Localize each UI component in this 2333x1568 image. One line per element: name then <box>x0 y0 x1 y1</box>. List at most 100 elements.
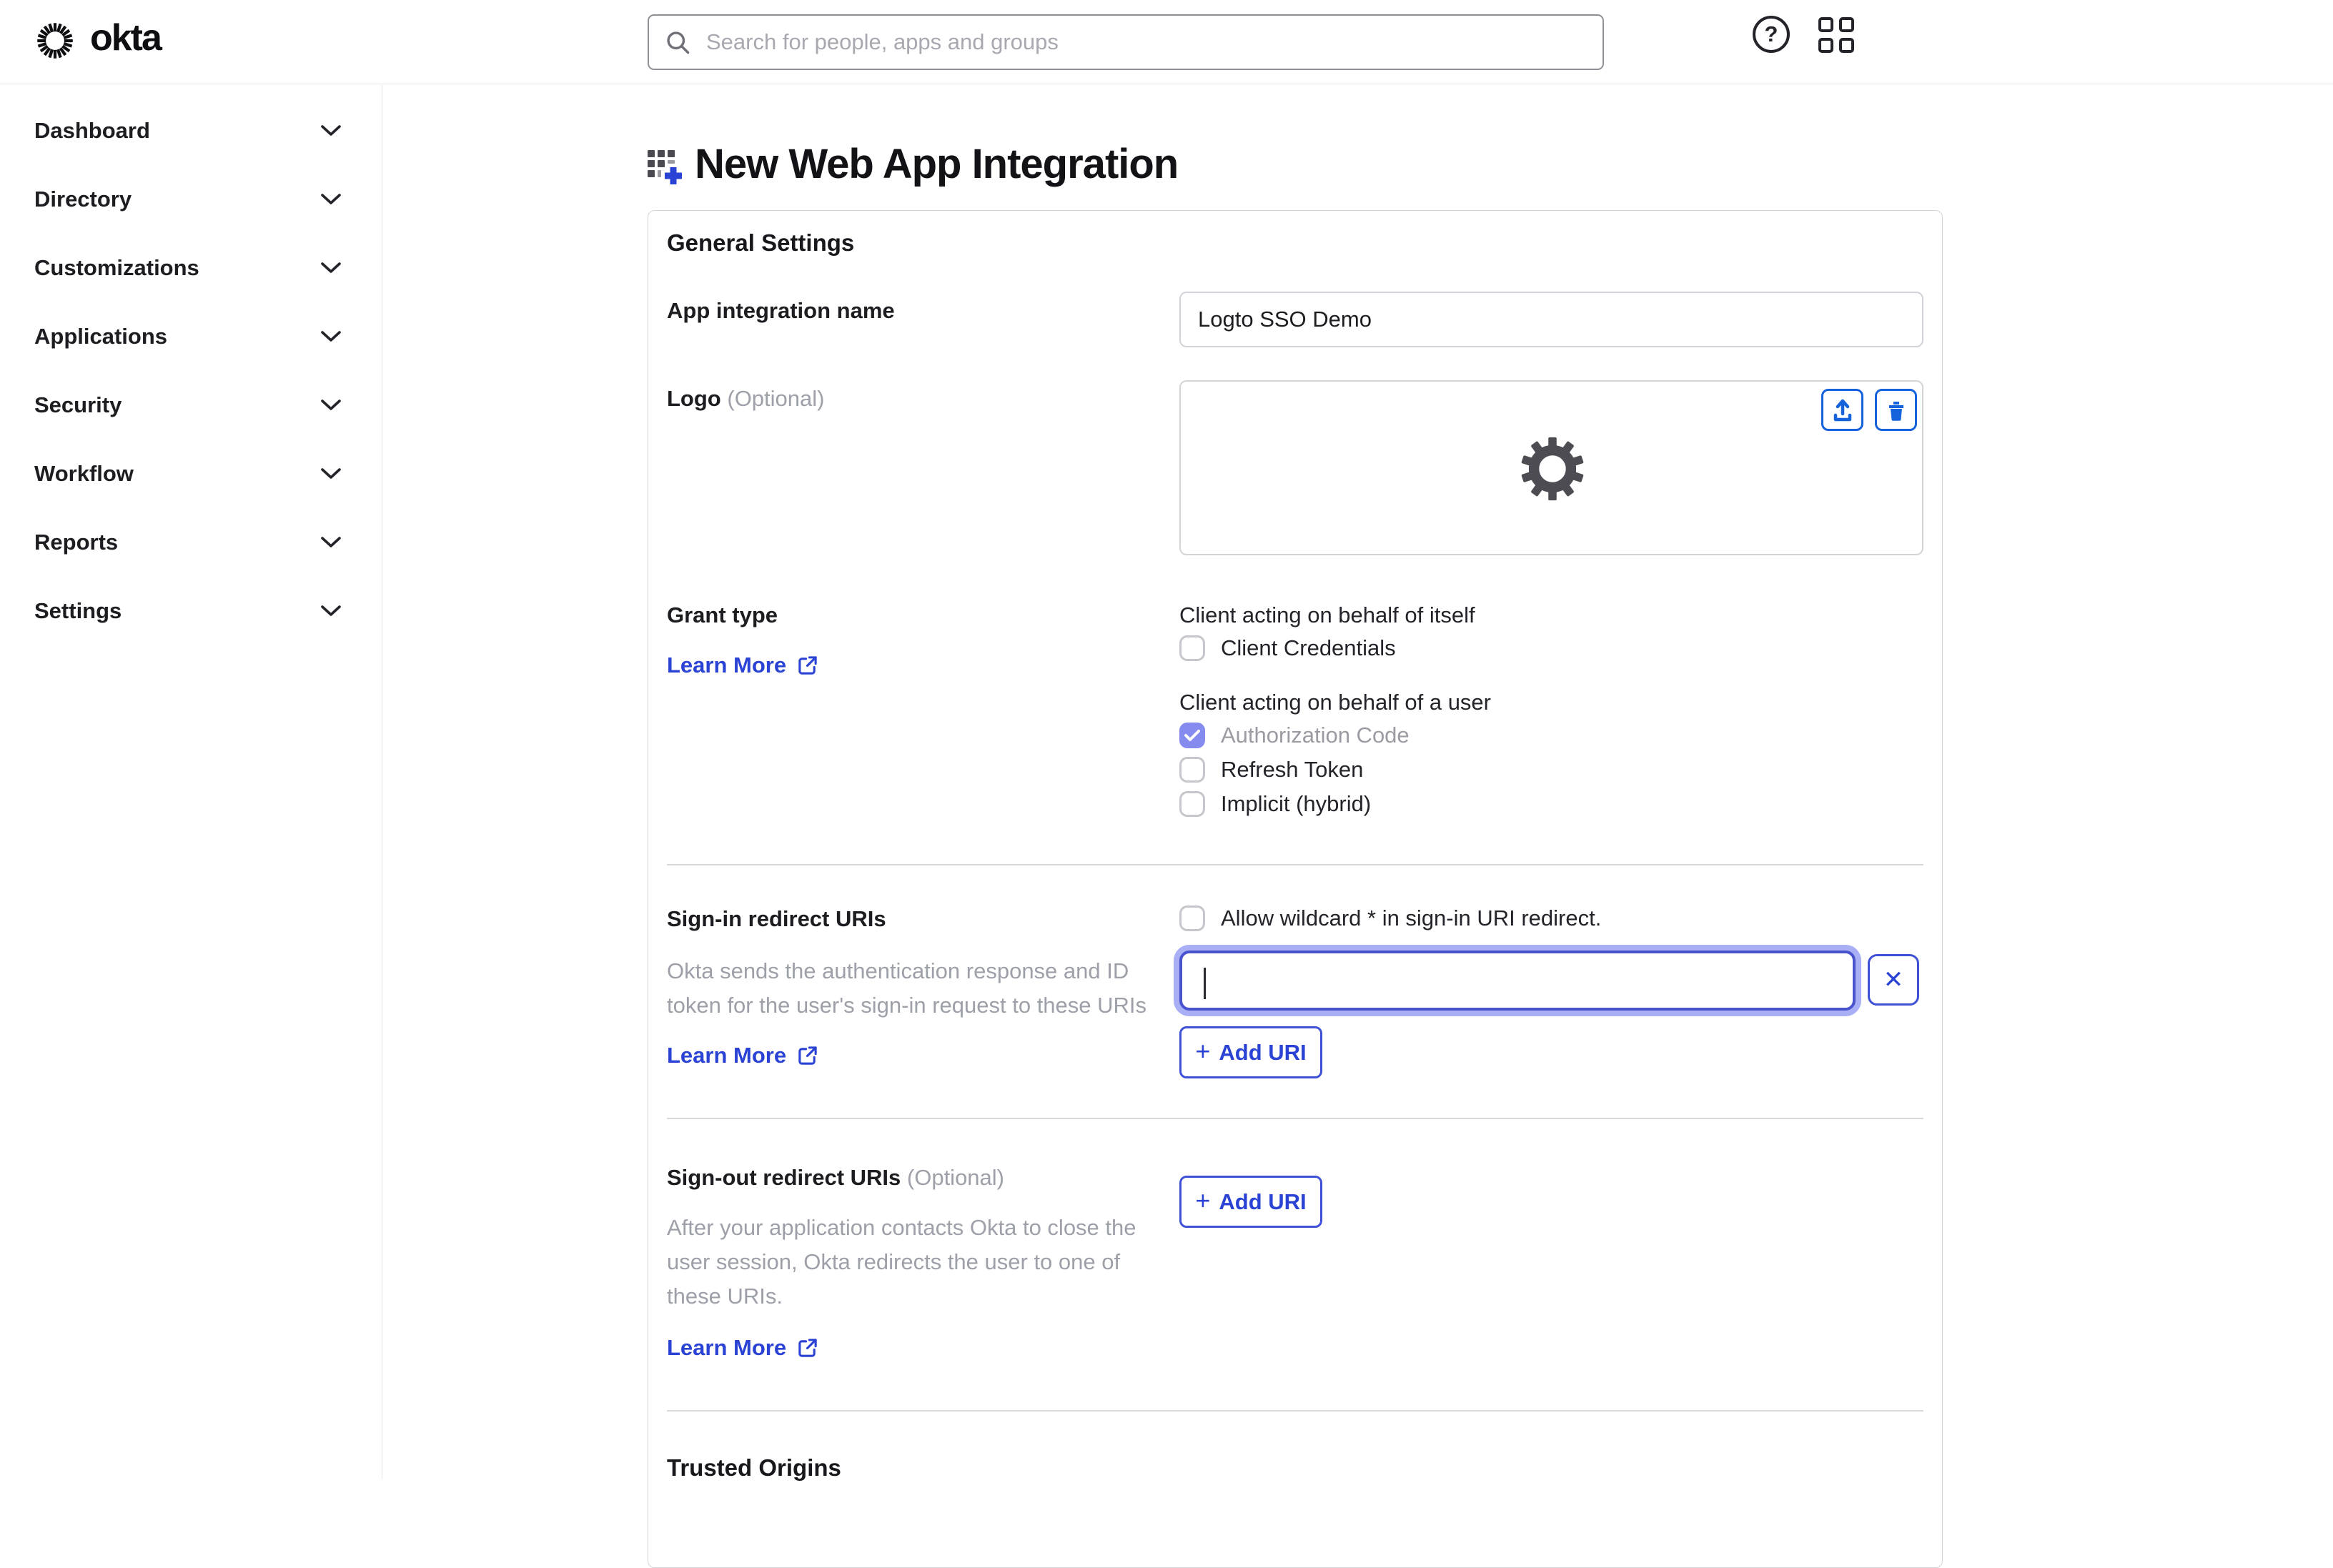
signout-label-text: Sign-out redirect URIs <box>667 1165 901 1190</box>
signout-optional-text: (Optional) <box>906 1165 1004 1190</box>
external-link-icon <box>798 655 817 675</box>
grant-learn-more-link[interactable]: Learn More <box>667 652 818 678</box>
brand-text: okta <box>90 17 162 59</box>
sidebar-item-dashboard[interactable]: Dashboard <box>0 96 382 165</box>
learn-more-text: Learn More <box>667 652 787 678</box>
client-credentials-checkbox[interactable] <box>1179 635 1205 661</box>
client-credentials-label: Client Credentials <box>1221 635 1396 660</box>
search-icon <box>667 31 690 54</box>
signout-helper-text: After your application contacts Okta to … <box>667 1215 1136 1309</box>
global-search[interactable] <box>648 14 1604 70</box>
new-app-grid-plus-icon <box>648 149 682 184</box>
external-link-icon <box>798 1046 817 1065</box>
signout-learn-more-link[interactable]: Learn More <box>667 1335 818 1361</box>
gear-icon <box>1521 437 1584 501</box>
page-title-text: New Web App Integration <box>695 141 1179 187</box>
signin-helper-text: Okta sends the authentication response a… <box>667 958 1147 1018</box>
signout-add-uri-button[interactable]: + Add URI <box>1179 1176 1322 1228</box>
chevron-down-icon <box>321 468 341 479</box>
refresh-token-checkbox[interactable] <box>1179 757 1205 783</box>
implicit-hybrid-label: Implicit (hybrid) <box>1221 791 1372 816</box>
remove-uri-button[interactable]: ✕ <box>1868 954 1919 1006</box>
sidebar-item-reports[interactable]: Reports <box>0 508 382 577</box>
general-settings-card: General Settings App integration name Lo… <box>648 210 1943 1568</box>
client-credentials-row: Client Credentials <box>1179 635 1396 661</box>
signin-learn-more-link[interactable]: Learn More <box>667 1043 818 1068</box>
authorization-code-label: Authorization Code <box>1221 723 1410 748</box>
sidebar-label: Reports <box>34 530 119 555</box>
wildcard-checkbox[interactable] <box>1179 905 1205 931</box>
logo-label-text: Logo <box>667 386 721 411</box>
trash-icon <box>1888 401 1903 421</box>
grant-type-label: Grant type <box>667 602 778 627</box>
sidebar-item-directory[interactable]: Directory <box>0 165 382 234</box>
implicit-hybrid-checkbox[interactable] <box>1179 791 1205 817</box>
app-name-input[interactable] <box>1179 292 1923 347</box>
upload-icon <box>1833 399 1851 421</box>
search-input[interactable] <box>705 29 1603 56</box>
sidebar-item-settings[interactable]: Settings <box>0 577 382 645</box>
learn-more-text: Learn More <box>667 1335 787 1360</box>
upload-logo-button[interactable] <box>1821 389 1863 431</box>
sidebar-nav: Dashboard Directory Customizations Appli… <box>0 85 382 1479</box>
add-uri-label: Add URI <box>1219 1039 1307 1065</box>
chevron-down-icon <box>321 194 341 204</box>
wildcard-label: Allow wildcard * in sign-in URI redirect… <box>1221 905 1602 931</box>
okta-logo[interactable]: okta <box>31 17 162 64</box>
grant-user-heading: Client acting on behalf of a user <box>1179 690 1491 715</box>
chevron-down-icon <box>321 605 341 616</box>
sidebar-label: Settings <box>34 598 122 623</box>
implicit-hybrid-row: Implicit (hybrid) <box>1179 791 1371 817</box>
sidebar-item-workflow[interactable]: Workflow <box>0 440 382 508</box>
sidebar-label: Dashboard <box>34 118 150 143</box>
general-settings-heading: General Settings <box>667 229 855 256</box>
sidebar-label: Customizations <box>34 255 199 280</box>
grant-itself-heading: Client acting on behalf of itself <box>1179 602 1475 627</box>
chevron-down-icon <box>321 331 341 342</box>
authorization-code-row: Authorization Code <box>1179 723 1410 748</box>
section-divider <box>667 864 1923 865</box>
add-uri-label: Add URI <box>1219 1189 1307 1214</box>
grid-square <box>1818 17 1833 32</box>
learn-more-text: Learn More <box>667 1043 787 1068</box>
signin-add-uri-button[interactable]: + Add URI <box>1179 1026 1322 1078</box>
grid-square <box>1839 38 1854 53</box>
external-link-icon <box>798 1338 817 1357</box>
sidebar-item-customizations[interactable]: Customizations <box>0 234 382 302</box>
sidebar-label: Security <box>34 392 122 417</box>
chevron-down-icon <box>321 400 341 410</box>
page-title: New Web App Integration <box>645 140 1179 188</box>
signout-uris-label: Sign-out redirect URIs (Optional) <box>667 1165 1004 1191</box>
logo-optional-text: (Optional) <box>727 386 825 411</box>
apps-grid-icon[interactable] <box>1818 17 1854 53</box>
top-header: okta ? <box>0 0 2333 84</box>
sidebar-item-applications[interactable]: Applications <box>0 302 382 371</box>
grid-square <box>1839 17 1854 32</box>
section-divider <box>667 1410 1923 1411</box>
chevron-down-icon <box>321 537 341 547</box>
logo-preview-box <box>1179 380 1923 555</box>
trusted-origins-heading: Trusted Origins <box>667 1454 841 1481</box>
text-caret <box>1204 968 1206 999</box>
signin-uris-label: Sign-in redirect URIs <box>667 906 886 931</box>
sidebar-label: Applications <box>34 324 168 349</box>
sidebar-label: Directory <box>34 187 132 212</box>
sidebar-label: Workflow <box>34 461 134 486</box>
chevron-down-icon <box>321 125 341 136</box>
plus-icon: + <box>1195 1036 1211 1066</box>
refresh-token-label: Refresh Token <box>1221 757 1364 782</box>
okta-sunburst-icon <box>37 23 73 59</box>
grid-square <box>1818 38 1833 53</box>
plus-icon: + <box>1195 1185 1211 1215</box>
delete-logo-button[interactable] <box>1875 389 1917 431</box>
help-icon[interactable]: ? <box>1753 16 1790 53</box>
wildcard-row: Allow wildcard * in sign-in URI redirect… <box>1179 905 1601 931</box>
sidebar-item-security[interactable]: Security <box>0 371 382 440</box>
section-divider <box>667 1118 1923 1119</box>
app-name-label: App integration name <box>667 298 895 323</box>
authorization-code-checkbox[interactable] <box>1179 723 1205 748</box>
signin-uri-input[interactable] <box>1179 951 1856 1011</box>
logo-label: Logo (Optional) <box>667 386 824 412</box>
chevron-down-icon <box>321 262 341 273</box>
refresh-token-row: Refresh Token <box>1179 757 1363 783</box>
